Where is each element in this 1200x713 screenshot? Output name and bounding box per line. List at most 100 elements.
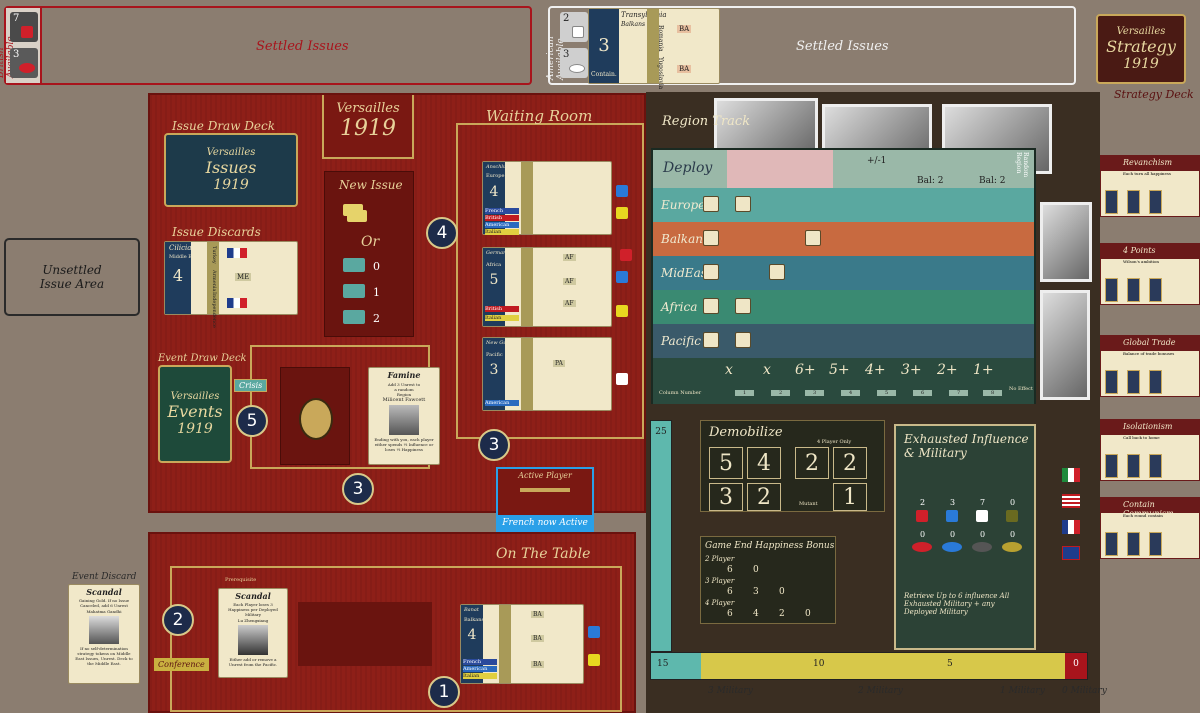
famine-title: Famine <box>387 370 421 380</box>
logo-year: 1919 <box>340 116 396 141</box>
unrest-marker-pacific-2[interactable] <box>735 332 751 348</box>
unrest-marker-africa[interactable] <box>703 298 719 314</box>
demob-box-5[interactable]: 3 <box>709 483 743 511</box>
bal1-label: Bal: 2 <box>917 176 944 186</box>
settled-issue-card[interactable]: 3 Transylvania Balkans Romania Yugoslavi… <box>588 8 720 89</box>
unsettled-issue-label: Unsettled Issue Area <box>39 263 105 291</box>
col-num-3: 3 <box>805 390 825 396</box>
demob-box-1[interactable]: 5 <box>709 447 743 479</box>
event-discard-card[interactable]: Scandal Gaining Gold. If no Issue Cancel… <box>68 584 140 684</box>
exh-retrieve: Retrieve Up to 6 influence All Exhausted… <box>904 592 1010 616</box>
waiting-card-3-nation1: American <box>485 400 519 406</box>
strategy-slot-1a <box>1105 190 1118 214</box>
option0-label[interactable]: 0 <box>373 260 380 273</box>
discard-tag: ME <box>235 273 252 281</box>
strategy-deck[interactable]: Versailles Strategy 1919 <box>1096 14 1186 84</box>
unrest-marker-balkans[interactable] <box>703 230 719 246</box>
hb-3p-v3: 0 <box>779 587 785 597</box>
uk-flag-icon[interactable] <box>1062 546 1080 560</box>
exh-blue-disc-icon <box>942 542 962 552</box>
waiting-card-3[interactable]: 3 New Guinea & Samoa Pacific PA American <box>482 337 612 411</box>
demob-box-3[interactable]: 2 <box>795 447 829 479</box>
waiting-card-2-value: 5 <box>489 272 499 288</box>
issue-discards-label: Issue Discards <box>172 225 261 239</box>
happiness-title: Game End Happiness Bonus <box>705 541 835 551</box>
waiting-card-2[interactable]: 5 German East Africa Africa AF AF AF Bri… <box>482 247 612 327</box>
waiting-card-3-value: 3 <box>489 362 499 378</box>
british-cube-pool[interactable]: 7 <box>10 12 38 42</box>
famine-portrait <box>389 405 419 435</box>
exh-gray-disc-icon <box>972 542 992 552</box>
card-region: Balkans <box>621 21 646 28</box>
photo-5 <box>1040 290 1090 400</box>
scandal-table-card[interactable]: Prerequisite Scandal Each Player loses 3… <box>218 577 288 678</box>
hb-4p-v1: 6 <box>727 609 733 619</box>
unrest-marker-europe-2[interactable] <box>735 196 751 212</box>
strategy-card-isolationism[interactable]: Isolationism Call back to home <box>1100 419 1200 481</box>
events-deck[interactable]: Versailles Events 1919 <box>158 365 232 463</box>
strategy-card-4-points[interactable]: 4 Points Wilson's ambition <box>1100 243 1200 305</box>
versailles-logo: Versailles 1919 <box>322 95 414 159</box>
waiting-card-2-nation1: British <box>485 306 519 312</box>
on-the-table-board: On The Table Prerequisite Scandal Each P… <box>148 532 636 713</box>
bal2-label: Bal: 2 <box>979 176 1006 186</box>
crisis-slot[interactable] <box>280 367 350 465</box>
table-empty-slot[interactable] <box>298 602 432 666</box>
score-mark-10: 10 <box>813 659 825 669</box>
issues-deck-t3: 1919 <box>213 177 249 193</box>
strategy-card-contain-communism[interactable]: Contain Communism Each round contain <box>1100 497 1200 559</box>
france-flag-icon[interactable] <box>1062 520 1080 534</box>
table-issue-card[interactable]: 4 Banat Balkans BA BA BA French American… <box>460 604 584 684</box>
strategy-card-revanchism[interactable]: Revanchism Each turn all happiness <box>1100 155 1200 217</box>
score-track-horizontal: 15 10 5 0 <box>650 652 1088 680</box>
column-number-label: Column Number <box>659 390 702 396</box>
option1-label[interactable]: 1 <box>373 286 380 299</box>
hb-4p-v4: 0 <box>805 609 811 619</box>
step-3-marker-a: 3 <box>342 473 374 505</box>
demob-box-7[interactable]: 1 <box>833 483 867 511</box>
exh-yellow-disc-icon <box>1002 542 1022 552</box>
british-disc-pool[interactable]: 3 <box>10 48 38 78</box>
american-settled-issues-bar: American Available 2 3 3 Transylvania Ba… <box>546 6 1076 89</box>
american-cube-pool[interactable]: 2 <box>560 12 588 42</box>
demob-box-2[interactable]: 4 <box>747 447 781 479</box>
events-deck-t1: Versailles <box>170 391 220 402</box>
unrest-marker-africa-2[interactable] <box>735 298 751 314</box>
demob-box-4[interactable]: 2 <box>833 447 867 479</box>
usa-flag-icon[interactable] <box>1062 494 1080 508</box>
hb-4p-label: 4 Player <box>705 599 735 607</box>
strategy-card-5-sub: Each round contain <box>1123 513 1163 518</box>
unrest-marker-mideast-2[interactable] <box>769 264 785 280</box>
american-disc-count: 3 <box>563 49 570 60</box>
italy-flag-icon[interactable] <box>1062 468 1080 482</box>
american-cube-count: 2 <box>563 13 570 24</box>
unrest-marker-balkans-2[interactable] <box>805 230 821 246</box>
or-label: Or <box>361 234 380 250</box>
famine-event-card[interactable]: Famine Add 3 Unrest to a random Region M… <box>368 367 440 465</box>
col-num-2: 2 <box>771 390 791 396</box>
conference-label: Conference <box>154 658 209 671</box>
hb-2p-v2: 0 <box>753 565 759 575</box>
strategy-card-3-title: Global Trade <box>1101 336 1199 351</box>
score-25-label: 25 <box>655 427 667 437</box>
strategy-card-global-trade[interactable]: Global Trade Balance of trade bonuses <box>1100 335 1200 397</box>
issues-deck[interactable]: Versailles Issues 1919 <box>164 133 298 207</box>
four-player-only-label: 4 Player Only <box>817 439 852 445</box>
american-settled-title: Settled Issues <box>796 39 889 54</box>
unrest-marker-pacific[interactable] <box>703 332 719 348</box>
unrest-marker-mideast[interactable] <box>703 264 719 280</box>
happiness-bonus-panel: Game End Happiness Bonus 2 Player 6 0 3 … <box>700 536 836 624</box>
score-mark-5: 5 <box>947 659 953 669</box>
waiting-card-2-strip <box>521 248 533 326</box>
unrest-marker-europe[interactable] <box>703 196 719 212</box>
unsettled-issue-area[interactable]: Unsettled Issue Area <box>4 238 140 316</box>
waiting-card-1[interactable]: 4 Anschluss Europe French British Americ… <box>482 161 612 235</box>
demob-box-6[interactable]: 2 <box>747 483 781 511</box>
option2-label[interactable]: 2 <box>373 312 380 325</box>
discard-value: 4 <box>172 266 184 285</box>
american-disc-pool[interactable]: 3 <box>560 48 588 78</box>
british-settled-title: Settled Issues <box>256 39 349 54</box>
col-label-1: x <box>725 362 733 378</box>
discarded-issue-card[interactable]: 4 Cilicia Middle East Turkey Armenia Ind… <box>164 241 298 328</box>
white-cube-icon <box>572 26 584 38</box>
